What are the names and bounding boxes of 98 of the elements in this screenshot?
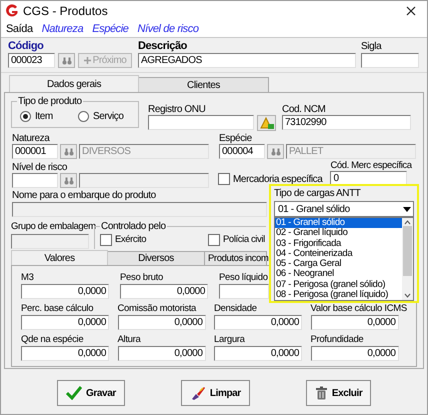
tab[interactable]: Dados gerais	[9, 75, 139, 92]
search-button[interactable]	[267, 144, 284, 159]
value-field[interactable]: 0,0000	[21, 315, 109, 330]
value-field[interactable]: 0,0000	[21, 346, 109, 361]
warning-button[interactable]	[257, 115, 276, 131]
radio-button[interactable]	[78, 111, 89, 122]
scrollbar[interactable]	[402, 218, 413, 300]
checkbox[interactable]	[208, 234, 220, 246]
dropdown-option[interactable]: 08 - Perigosa (granel líquido)	[275, 290, 402, 300]
checkmark-icon	[66, 386, 82, 400]
dropdown-option[interactable]: 03 - Frigorificada	[275, 238, 402, 249]
field-label: Nome para o embarque do produto	[12, 190, 156, 201]
field-label: Código	[8, 41, 44, 52]
value-field[interactable]: 0,0000	[214, 346, 302, 361]
tab[interactable]: Valores	[11, 250, 108, 265]
field-label: Peso líquido	[219, 272, 268, 283]
search-button[interactable]	[58, 53, 75, 68]
cargo-type-dropdown[interactable]: 01 - Granel sólido	[274, 201, 414, 217]
dropdown-option[interactable]: 05 - Carga Geral	[275, 259, 402, 270]
descricao-field[interactable]: AGREGADOS	[138, 53, 356, 68]
field-label: Grupo de embalagem	[11, 221, 96, 232]
app-logo-icon	[5, 4, 19, 18]
value-field[interactable]: 0,0000	[120, 284, 208, 299]
plus-icon	[84, 57, 91, 64]
group-label: Tipo de produto	[17, 96, 83, 107]
tab[interactable]: Produtos incom	[205, 251, 267, 265]
binoculars-icon	[64, 148, 74, 156]
scroll-down-icon[interactable]	[404, 292, 411, 300]
binoculars-icon	[62, 56, 72, 64]
sigla-field[interactable]	[361, 53, 419, 68]
code-field[interactable]: 000004	[219, 144, 265, 159]
value-field[interactable]: 0,0000	[310, 346, 398, 361]
field-label: Perc. base cálculo	[21, 303, 94, 314]
field-label: Registro ONU	[148, 104, 206, 115]
nome-embarque-field[interactable]	[12, 202, 267, 217]
menu-link[interactable]: Nível de risco	[138, 20, 199, 38]
field-label: Cód. Merc específica	[330, 160, 412, 171]
field-label: Espécie	[219, 133, 252, 144]
search-button[interactable]	[60, 173, 77, 188]
checkbox[interactable]	[218, 173, 230, 185]
menu-link[interactable]: Natureza	[42, 20, 84, 38]
field-label: Tipo de cargas ANTT	[274, 188, 361, 199]
field-label: Altura	[118, 334, 141, 345]
field-label: Cod. NCM	[282, 104, 326, 115]
dropdown-option[interactable]: 07 - Perigosa (granel sólido)	[275, 280, 402, 290]
dropdown-option[interactable]: 06 - Neogranel	[275, 269, 402, 280]
field-label: Descrição	[138, 41, 187, 52]
checkbox-label: Exército	[115, 232, 146, 247]
checkbox-label: Polícia civil	[223, 232, 265, 247]
value-field[interactable]: 0,0000	[118, 315, 206, 330]
scroll-up-icon[interactable]	[404, 218, 411, 226]
field-label: Profundidade	[310, 334, 364, 345]
menu-item[interactable]: Saída	[6, 20, 33, 38]
field-label: Qde na espécie	[21, 334, 84, 345]
field-label: Natureza	[12, 133, 50, 144]
save-button[interactable]: Gravar	[57, 380, 125, 406]
field-label: M3	[21, 272, 34, 283]
checkbox[interactable]	[100, 234, 112, 246]
checkbox-label: Mercadoria específica	[233, 172, 322, 186]
field-label: Densidade	[214, 303, 257, 314]
name-field[interactable]	[79, 173, 209, 188]
field-label: Largura	[214, 334, 245, 345]
value-field[interactable]: 0,0000	[21, 284, 109, 299]
registro-onu-field[interactable]	[148, 115, 254, 130]
value-field[interactable]: 0,0000	[310, 315, 398, 330]
field-label: Sigla	[361, 41, 382, 52]
radio-button[interactable]	[20, 111, 31, 122]
dropdown-option[interactable]: 04 - Conteinerizada	[275, 248, 402, 259]
search-button[interactable]	[60, 144, 77, 159]
codigo-field[interactable]: 000023	[8, 53, 55, 68]
window-title: CGS - Produtos	[23, 3, 108, 20]
dropdown-option[interactable]: 02 - Granel líquido	[275, 228, 402, 238]
trash-icon	[314, 386, 328, 400]
grupo-embalagem-field[interactable]	[11, 234, 89, 249]
binoculars-icon	[64, 176, 74, 184]
menu-link[interactable]: Espécie	[92, 20, 129, 38]
tab[interactable]: Clientes	[139, 77, 269, 92]
code-field[interactable]: 000001	[12, 144, 58, 159]
clear-button[interactable]: Limpar	[180, 380, 250, 406]
field-label: Peso bruto	[120, 272, 163, 283]
field-label: Comissão motorista	[118, 303, 196, 314]
tab[interactable]: Diversos	[108, 251, 205, 265]
dropdown-option[interactable]: 01 - Granel sólido	[275, 218, 402, 228]
binoculars-icon	[270, 148, 280, 156]
radio-label: Serviço	[93, 110, 124, 124]
value-field[interactable]: 0,0000	[214, 315, 302, 330]
radio-label: Item	[35, 110, 53, 124]
brush-icon	[190, 386, 206, 400]
close-icon[interactable]	[406, 6, 416, 16]
value-field[interactable]: 0,0000	[118, 346, 206, 361]
delete-button[interactable]: Excluir	[306, 380, 372, 406]
value-field[interactable]	[219, 284, 269, 299]
group-label: Controlado pelo	[100, 221, 167, 232]
field-label: Valor base cálculo ICMS	[310, 303, 407, 314]
field-label: Nível de risco	[12, 162, 67, 173]
warning-icon	[260, 116, 274, 130]
ncm-field[interactable]: 73102990	[282, 115, 411, 130]
code-field[interactable]	[12, 173, 58, 188]
